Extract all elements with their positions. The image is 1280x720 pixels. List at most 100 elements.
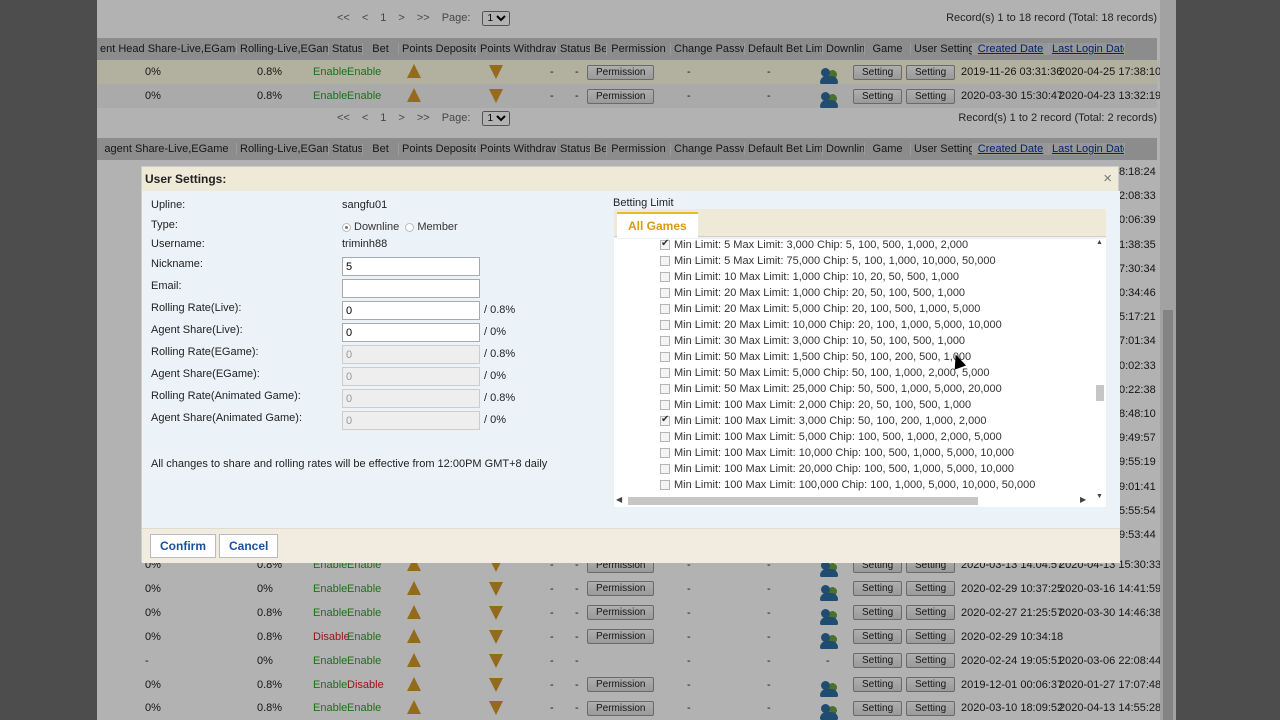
bet-limit-checkbox[interactable] (660, 272, 670, 282)
agent-share-egame-max: / 0% (484, 370, 507, 382)
betting-limit-list: Min Limit: 5 Max Limit: 3,000 Chip: 5, 1… (614, 239, 1106, 507)
bet-limit-checkbox[interactable] (660, 448, 670, 458)
scroll-down-icon[interactable]: ▼ (1096, 493, 1103, 500)
agent-share-animated-max: / 0% (484, 414, 507, 426)
tab-all-games[interactable]: All Games (617, 212, 698, 238)
bet-limit-label: Min Limit: 100 Max Limit: 20,000 Chip: 1… (674, 463, 1014, 475)
bet-limit-checkbox[interactable] (660, 239, 670, 250)
rolling-rate-animated-max: / 0.8% (484, 392, 516, 404)
rolling-rate-egame-input (342, 345, 480, 364)
agent-share-live-label: Agent Share(Live): (151, 324, 243, 336)
bet-limit-checkbox[interactable] (660, 320, 670, 330)
betting-limit-option[interactable]: Min Limit: 100 Max Limit: 10,000 Chip: 1… (660, 445, 1014, 461)
betting-limit-vscroll-thumb[interactable] (1096, 385, 1104, 401)
betting-limit-option[interactable]: Min Limit: 20 Max Limit: 1,000 Chip: 20,… (660, 285, 965, 301)
bet-limit-label: Min Limit: 5 Max Limit: 75,000 Chip: 5, … (674, 255, 996, 267)
rolling-rate-animated-input (342, 389, 480, 408)
agent-share-live-input[interactable] (342, 323, 480, 342)
betting-limit-tabs: All Games (614, 209, 1106, 238)
type-member-label: Member (417, 221, 458, 233)
rolling-rate-live-max: / 0.8% (484, 304, 516, 316)
dialog-body: Upline: sangfu01 Type: Downline Member U… (142, 191, 1120, 528)
dialog-header: User Settings: × (142, 167, 1118, 191)
rolling-rate-egame-max: / 0.8% (484, 348, 516, 360)
nickname-input[interactable] (342, 257, 480, 276)
type-downline-label: Downline (354, 221, 400, 233)
type-member-radio[interactable] (405, 222, 415, 232)
betting-limit-option[interactable]: Min Limit: 50 Max Limit: 25,000 Chip: 50… (660, 381, 1002, 397)
betting-limit-vscroll[interactable]: ▲ ▼ (1094, 239, 1106, 504)
bet-limit-label: Min Limit: 50 Max Limit: 25,000 Chip: 50… (674, 383, 1002, 395)
agent-share-live-max: / 0% (484, 326, 507, 338)
betting-limit-option[interactable]: Min Limit: 50 Max Limit: 1,500 Chip: 50,… (660, 349, 971, 365)
bet-limit-checkbox[interactable] (660, 414, 670, 426)
bet-limit-checkbox[interactable] (660, 304, 670, 314)
betting-limit-option[interactable]: Min Limit: 30 Max Limit: 3,000 Chip: 10,… (660, 333, 965, 349)
betting-limit-option[interactable]: Min Limit: 100 Max Limit: 5,000 Chip: 10… (660, 429, 1002, 445)
bet-limit-label: Min Limit: 30 Max Limit: 3,000 Chip: 10,… (674, 335, 966, 347)
bet-limit-checkbox[interactable] (660, 400, 670, 410)
betting-limit-hscroll[interactable]: ◀ ▶ (614, 495, 1094, 507)
bet-limit-label: Min Limit: 5 Max Limit: 3,000 Chip: 5, 1… (674, 239, 969, 251)
dialog-title: User Settings: (145, 172, 227, 186)
agent-share-egame-label: Agent Share(EGame): (151, 368, 260, 380)
bet-limit-checkbox[interactable] (660, 464, 670, 474)
bet-limit-checkbox[interactable] (660, 288, 670, 298)
agent-share-egame-input (342, 367, 480, 386)
bet-limit-label: Min Limit: 50 Max Limit: 1,500 Chip: 50,… (674, 351, 972, 363)
scroll-right-icon[interactable]: ▶ (1080, 495, 1086, 504)
rolling-rate-live-label: Rolling Rate(Live): (151, 302, 242, 314)
bet-limit-label: Min Limit: 100 Max Limit: 10,000 Chip: 1… (674, 447, 1014, 459)
cancel-button[interactable]: Cancel (219, 534, 279, 558)
betting-limit-option[interactable]: Min Limit: 20 Max Limit: 5,000 Chip: 20,… (660, 301, 980, 317)
username-label: Username: (151, 238, 205, 250)
bet-limit-checkbox[interactable] (660, 256, 670, 266)
bet-limit-label: Min Limit: 100 Max Limit: 100,000 Chip: … (674, 479, 1036, 491)
email-input[interactable] (342, 279, 480, 298)
bet-limit-label: Min Limit: 100 Max Limit: 3,000 Chip: 50… (674, 415, 987, 427)
agent-share-animated-input (342, 411, 480, 430)
bet-limit-checkbox[interactable] (660, 352, 670, 362)
username-value: triminh88 (342, 238, 388, 250)
bet-limit-checkbox[interactable] (660, 432, 670, 442)
bet-limit-checkbox[interactable] (660, 480, 670, 490)
bet-limit-label: Min Limit: 100 Max Limit: 5,000 Chip: 10… (674, 431, 1002, 443)
betting-limit-option[interactable]: Min Limit: 20 Max Limit: 10,000 Chip: 20… (660, 317, 1002, 333)
upline-value: sangfu01 (342, 199, 388, 211)
betting-limit-title: Betting Limit (613, 197, 674, 209)
betting-limit-option[interactable]: Min Limit: 100 Max Limit: 20,000 Chip: 1… (660, 461, 1014, 477)
confirm-button[interactable]: Confirm (150, 534, 216, 558)
bet-limit-label: Min Limit: 20 Max Limit: 1,000 Chip: 20,… (674, 287, 966, 299)
bet-limit-label: Min Limit: 20 Max Limit: 5,000 Chip: 20,… (674, 303, 981, 315)
rolling-rate-live-input[interactable] (342, 301, 480, 320)
bet-limit-checkbox[interactable] (660, 336, 670, 346)
upline-label: Upline: (151, 199, 186, 211)
bet-limit-checkbox[interactable] (660, 368, 670, 378)
betting-limit-hscroll-thumb[interactable] (628, 497, 978, 505)
dialog-footer: Confirm Cancel (142, 528, 1120, 563)
rolling-rate-egame-label: Rolling Rate(EGame): (151, 346, 259, 358)
bet-limit-label: Min Limit: 10 Max Limit: 1,000 Chip: 10,… (674, 271, 959, 283)
email-label: Email: (151, 280, 182, 292)
type-label: Type: (151, 219, 178, 231)
type-downline-radio[interactable] (342, 222, 351, 232)
bet-limit-label: Min Limit: 100 Max Limit: 2,000 Chip: 20… (674, 399, 972, 411)
betting-limit-option[interactable]: Min Limit: 100 Max Limit: 100,000 Chip: … (660, 477, 1035, 493)
bet-limit-checkbox[interactable] (660, 384, 670, 394)
betting-limit-option[interactable]: Min Limit: 10 Max Limit: 1,000 Chip: 10,… (660, 269, 959, 285)
betting-limit-option[interactable]: Min Limit: 50 Max Limit: 5,000 Chip: 50,… (660, 365, 990, 381)
betting-limit-option[interactable]: Min Limit: 5 Max Limit: 75,000 Chip: 5, … (660, 253, 996, 269)
bet-limit-label: Min Limit: 50 Max Limit: 5,000 Chip: 50,… (674, 367, 990, 379)
betting-limit-option[interactable]: Min Limit: 5 Max Limit: 3,000 Chip: 5, 1… (660, 239, 968, 253)
betting-limit-option[interactable]: Min Limit: 100 Max Limit: 2,000 Chip: 20… (660, 397, 971, 413)
betting-limit-option[interactable]: Min Limit: 100 Max Limit: 3,000 Chip: 50… (660, 413, 986, 429)
bet-limit-label: Min Limit: 20 Max Limit: 10,000 Chip: 20… (674, 319, 1002, 331)
rolling-rate-animated-label: Rolling Rate(Animated Game): (151, 390, 301, 402)
nickname-label: Nickname: (151, 258, 203, 270)
user-settings-dialog: User Settings: × Upline: sangfu01 Type: … (141, 166, 1120, 563)
scroll-left-icon[interactable]: ◀ (616, 495, 622, 504)
type-radio-group: Downline Member (342, 221, 458, 233)
close-icon[interactable]: × (1103, 170, 1112, 187)
effective-time-note: All changes to share and rolling rates w… (151, 458, 548, 470)
scroll-up-icon[interactable]: ▲ (1096, 239, 1103, 246)
